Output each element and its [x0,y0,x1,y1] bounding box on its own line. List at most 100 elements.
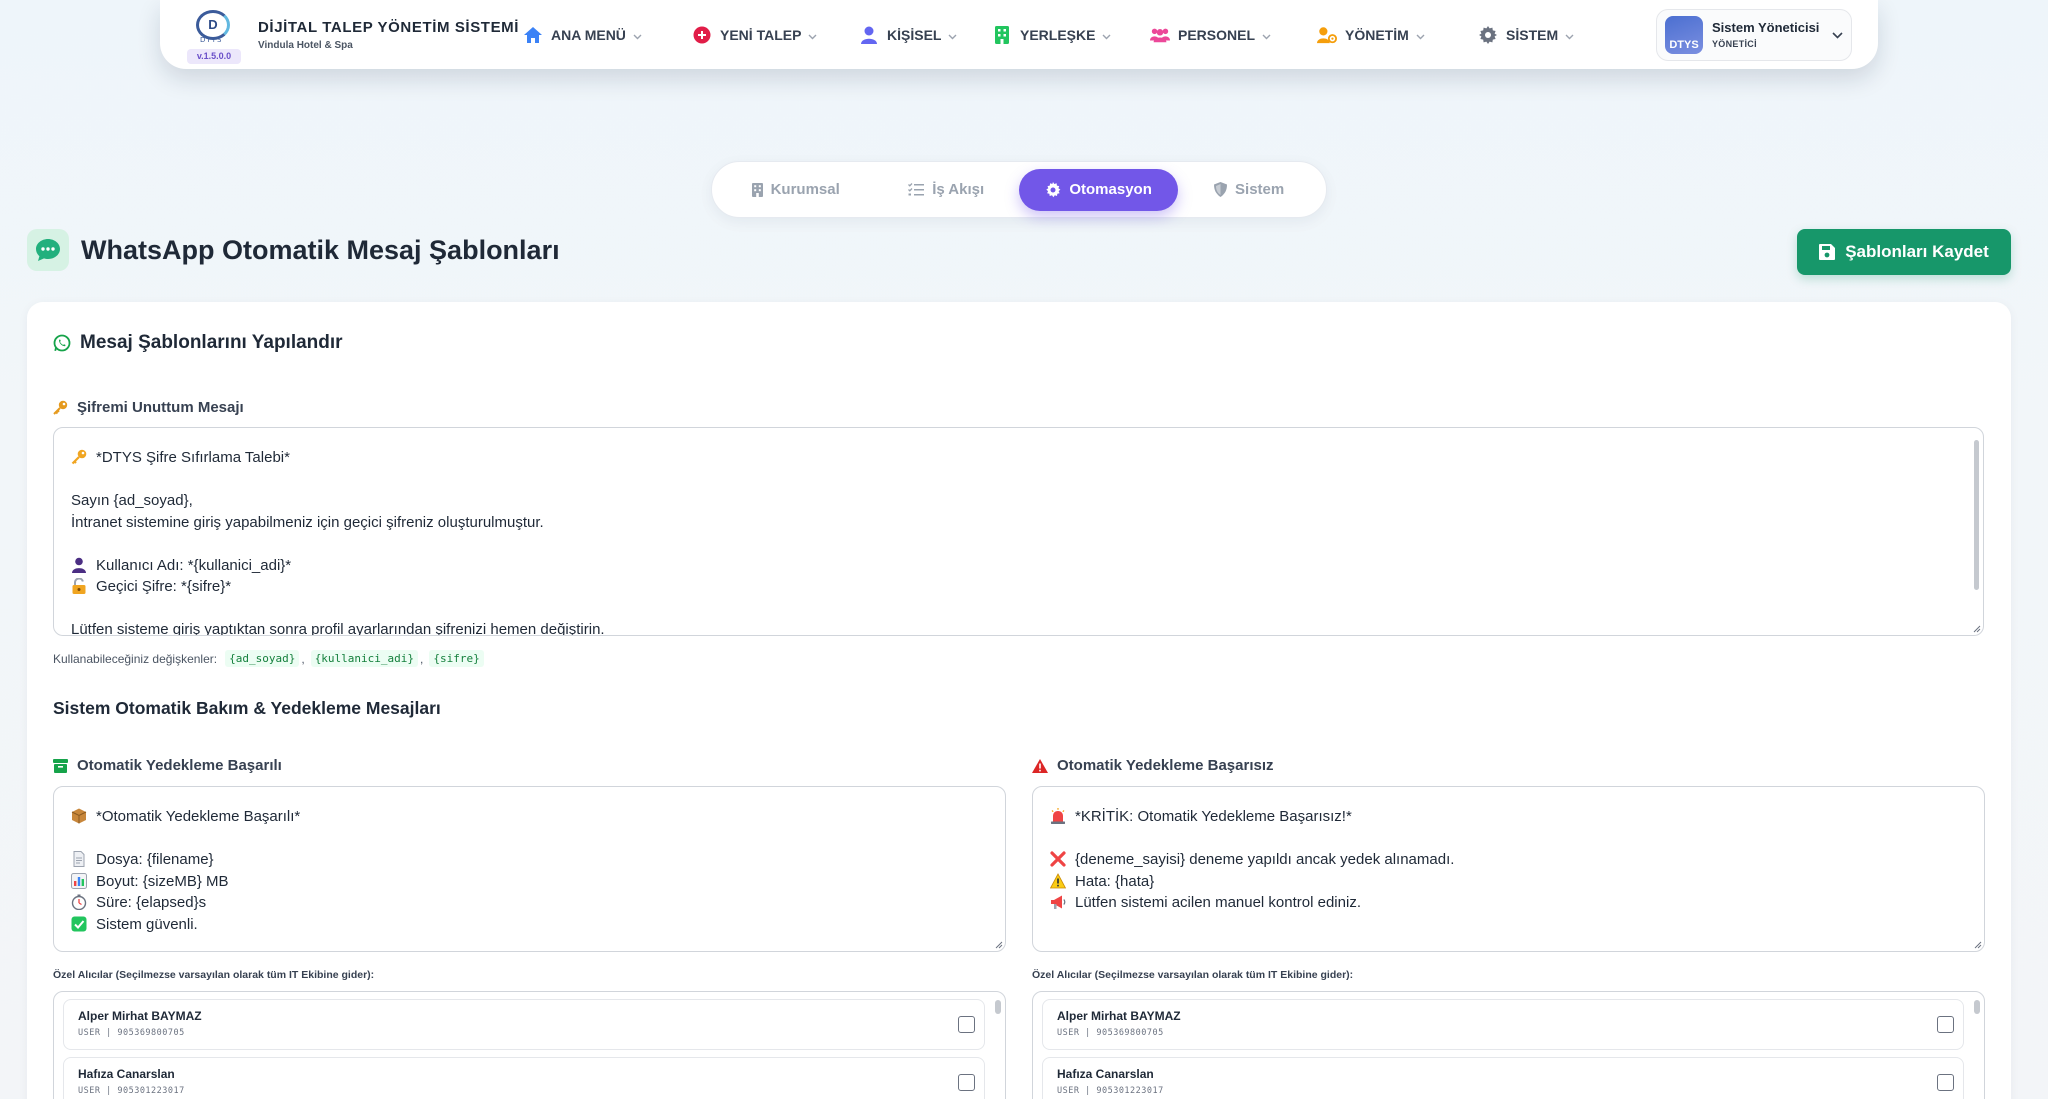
siren-emoji [1051,808,1065,824]
msg-line: Boyut: {sizeMB} MB [71,871,988,893]
building-icon [992,25,1012,45]
msg-line [1050,828,1967,850]
warning-icon [1032,758,1048,773]
resize-handle-icon[interactable] [994,940,1003,949]
resize-handle-icon[interactable] [1973,940,1982,949]
recipient-role: USER [78,1086,101,1096]
forgot-password-textarea[interactable]: *DTYS Şifre Sıfırlama Talebi* Sayın {ad_… [53,427,1984,636]
backup-fail-label: Otomatik Yedekleme Başarısız [1032,757,1274,774]
label-text: Otomatik Yedekleme Başarılı [77,757,282,774]
chart-emoji [71,872,87,889]
chevron-down-icon [1832,26,1843,44]
msg-line: Sistem güvenli. [71,914,988,936]
variable-chip: {sifre} [429,650,484,667]
whatsapp-icon [53,334,71,352]
msg-line: Lütfen sistemi acilen manuel kontrol edi… [1050,892,1967,914]
key-emoji [71,449,87,465]
list-item[interactable]: Hafıza Canarslan USER | 905301223017 [63,1057,985,1099]
resize-handle-icon[interactable] [1972,624,1981,633]
nav-sistem[interactable]: SİSTEM [1478,0,1618,69]
tab-label: İş Akışı [932,181,985,198]
recipients-list-fail: Alper Mirhat BAYMAZ USER | 905369800705 … [1032,991,1985,1099]
list-scrollbar[interactable] [1974,1000,1980,1014]
nav-label: SİSTEM [1506,26,1559,43]
backup-success-label: Otomatik Yedekleme Başarılı [53,757,282,774]
template-config-card: Mesaj Şablonlarını Yapılandır Şifremi Un… [27,302,2011,1099]
list-item[interactable]: Alper Mirhat BAYMAZ USER | 905369800705 [1042,999,1964,1050]
recipient-checkbox[interactable] [1937,1016,1954,1033]
recipient-name: Alper Mirhat BAYMAZ [78,1009,202,1023]
line-text: {deneme_sayisi} deneme yapıldı ancak yed… [1075,851,1455,868]
archive-icon [53,758,68,773]
textarea-scrollbar[interactable] [1974,440,1979,590]
home-icon [523,25,543,45]
nav-yonetim[interactable]: YÖNETİM [1317,0,1478,69]
floppy-disk-icon [1819,244,1836,260]
page-title: WhatsApp Otomatik Mesaj Şablonları [81,234,560,265]
msg-line: Süre: {elapsed}s [71,892,988,914]
msg-line: *Otomatik Yedekleme Başarılı* [71,806,988,828]
recipient-checkbox[interactable] [958,1074,975,1091]
recipient-phone: 905369800705 [117,1028,185,1038]
recipient-phone: 905369800705 [1096,1028,1164,1038]
nav-personel[interactable]: PERSONEL [1150,0,1317,69]
tab-otomasyon[interactable]: Otomasyon [1019,168,1179,211]
tab-label: Kurumsal [770,181,840,198]
line-text: Lütfen sisteme giriş yaptıktan sonra pro… [71,621,605,636]
user-menu[interactable]: DTYS Sistem Yöneticisi YÖNETİCİ [1656,8,1852,61]
msg-line: Sayın {ad_soyad}, [71,490,1966,512]
msg-line: Dosya: {filename} [71,849,988,871]
line-text: İntranet sistemine giriş yapabilmeniz iç… [71,513,544,531]
nav-label: YENİ TALEP [720,26,802,43]
list-item[interactable]: Hafıza Canarslan USER | 905301223017 [1042,1057,1964,1099]
building-icon [751,182,763,197]
list-scrollbar[interactable] [995,1000,1001,1014]
recipient-checkbox[interactable] [958,1016,975,1033]
line-text: Geçici Şifre: *{sifre}* [96,578,232,595]
shield-icon [1214,182,1228,197]
tab-kurumsal[interactable]: Kurumsal [718,169,873,211]
line-text: *DTYS Şifre Sıfırlama Talebi* [96,449,290,466]
recipient-role: USER [1057,1028,1080,1038]
cross-emoji [1050,851,1066,867]
nav-label: YERLEŞKE [1020,26,1096,43]
nav-label: KİŞİSEL [887,26,942,43]
chevron-down-icon [1565,27,1574,43]
nav-yeni-talep[interactable]: YENİ TALEP [692,0,859,69]
msg-line: *KRİTİK: Otomatik Yedekleme Başarısız!* [1050,806,1967,828]
save-templates-button[interactable]: Şablonları Kaydet [1797,229,2011,275]
user-role: YÖNETİCİ [1712,39,1757,49]
avatar: DTYS [1665,15,1703,54]
recipient-checkbox[interactable] [1937,1074,1954,1091]
app-title: DİJİTAL TALEP YÖNETİM SİSTEMİ [258,18,520,36]
recipients-label: Özel Alıcılar (Seçilmezse varsayılan ola… [1032,969,1354,981]
logo-subtext: DTYS [200,35,223,44]
nav-yerleske[interactable]: YERLEŞKE [992,0,1150,69]
list-item[interactable]: Alper Mirhat BAYMAZ USER | 905369800705 [63,999,985,1050]
variable-chip: {ad_soyad} [225,650,300,667]
backup-fail-textarea[interactable]: *KRİTİK: Otomatik Yedekleme Başarısız!* … [1032,786,1985,952]
tab-is-akisi[interactable]: İş Akışı [873,169,1019,211]
warning-emoji [1050,872,1066,888]
chevron-down-icon [1102,27,1111,43]
brand[interactable]: D DTYS v.1.5.0.0 DİJİTAL TALEP YÖNETİM S… [186,6,523,64]
msg-line: İntranet sistemine giriş yapabilmeniz iç… [71,512,1966,534]
tab-sistem[interactable]: Sistem [1178,169,1320,211]
backup-success-textarea[interactable]: *Otomatik Yedekleme Başarılı* Dosya: {fi… [53,786,1006,952]
recipient-role: USER [78,1028,101,1038]
settings-tabs: Kurumsal İş Akışı Otomasyon Sistem [711,161,1327,218]
card-title-text: Mesaj Şablonlarını Yapılandır [80,332,343,353]
nav-ana-menu[interactable]: ANA MENÜ [523,0,692,69]
top-navbar: D DTYS v.1.5.0.0 DİJİTAL TALEP YÖNETİM S… [160,0,1878,69]
nav-kisisel[interactable]: KİŞİSEL [859,0,992,69]
page-heading: WhatsApp Otomatik Mesaj Şablonları [27,229,560,271]
person-emoji [72,557,86,573]
line-text: *Otomatik Yedekleme Başarılı* [96,808,301,825]
msg-line: Geçici Şifre: *{sifre}* [71,576,1966,598]
chat-icon [27,229,69,271]
robot-icon [1045,181,1061,198]
chevron-down-icon [808,27,817,43]
label-text: Otomatik Yedekleme Başarısız [1057,757,1274,774]
msg-line: Lütfen sisteme giriş yaptıktan sonra pro… [71,619,1966,636]
line-text: Boyut: {sizeMB} MB [96,872,229,890]
